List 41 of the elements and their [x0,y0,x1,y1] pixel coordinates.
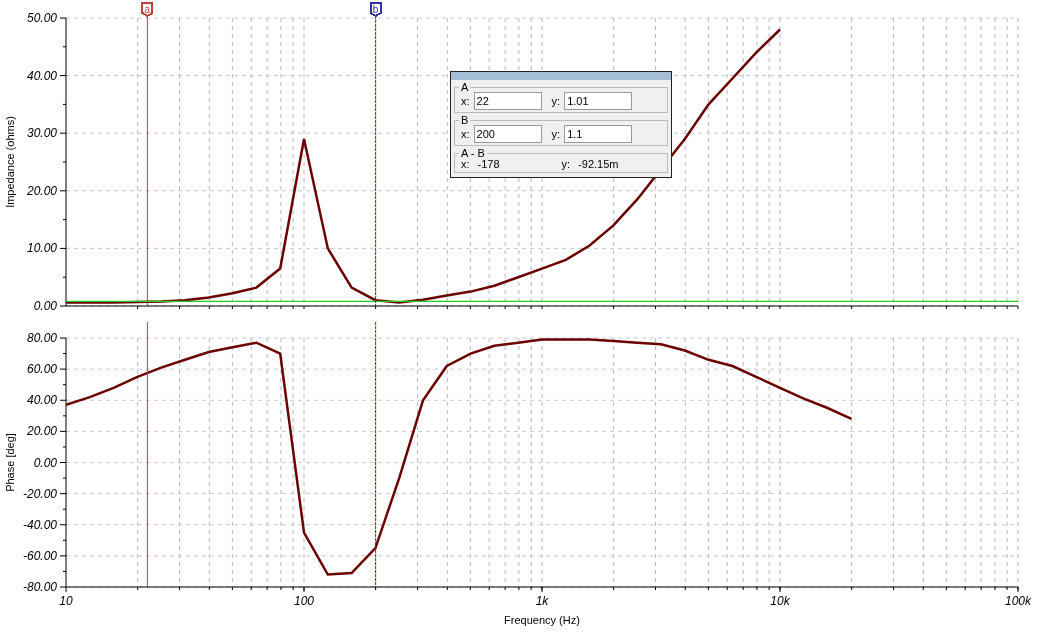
input-field[interactable]: 1.1 [564,125,633,143]
y-axis-label: Phase [deg] [4,433,16,492]
group-label: A [460,82,470,92]
readout-value: -178 [476,158,501,170]
y-tick-label: -20.00 [22,486,57,501]
picture-cursor[interactable]: b [369,2,382,307]
y-tick-label: -60.00 [22,548,57,563]
field-label: x: [460,95,471,107]
y-axis-label: Impedance (ohms) [4,116,16,208]
field-label: y: [550,95,562,107]
y-tick-label: -80.00 [22,580,57,594]
picture-cursor[interactable]: a [141,2,154,307]
x-tick-label: 100 [294,594,314,608]
y-tick-label: 40.00 [26,393,57,408]
y-tick-label: 80.00 [26,331,57,345]
y-tick-label: 0.00 [33,455,57,470]
x-tick-label: 100k [1005,594,1031,608]
y-tick-label: -40.00 [22,517,57,532]
input-field[interactable]: 1.01 [564,92,633,110]
field-label: y: [560,158,572,170]
y-tick-label: 20.00 [26,424,57,439]
y-tick-label: 30.00 [26,126,57,141]
y-tick-label: 40.00 [26,68,57,83]
y-tick-label: 0.00 [33,299,57,313]
picture-cursor[interactable] [375,322,377,588]
x-tick-label: 10 [59,594,73,608]
y-tick-label: 10.00 [26,241,57,256]
readout-value: -92.15m [577,158,620,170]
input-field[interactable]: 22 [473,92,542,110]
y-tick-label: 50.00 [26,11,57,25]
group-label: B [460,115,470,125]
input-field[interactable]: 200 [473,125,542,143]
x-tick-label: 10k [770,594,790,608]
field-label: x: [460,158,471,170]
field-label: x: [460,128,471,140]
field-label: y: [550,128,562,140]
x-tick-label: 1k [535,594,549,608]
x-axis-label: Frequency (Hz) [503,614,581,626]
group-label: A - B [460,148,486,158]
y-tick-label: 60.00 [26,362,57,377]
y-tick-label: 20.00 [26,183,57,198]
